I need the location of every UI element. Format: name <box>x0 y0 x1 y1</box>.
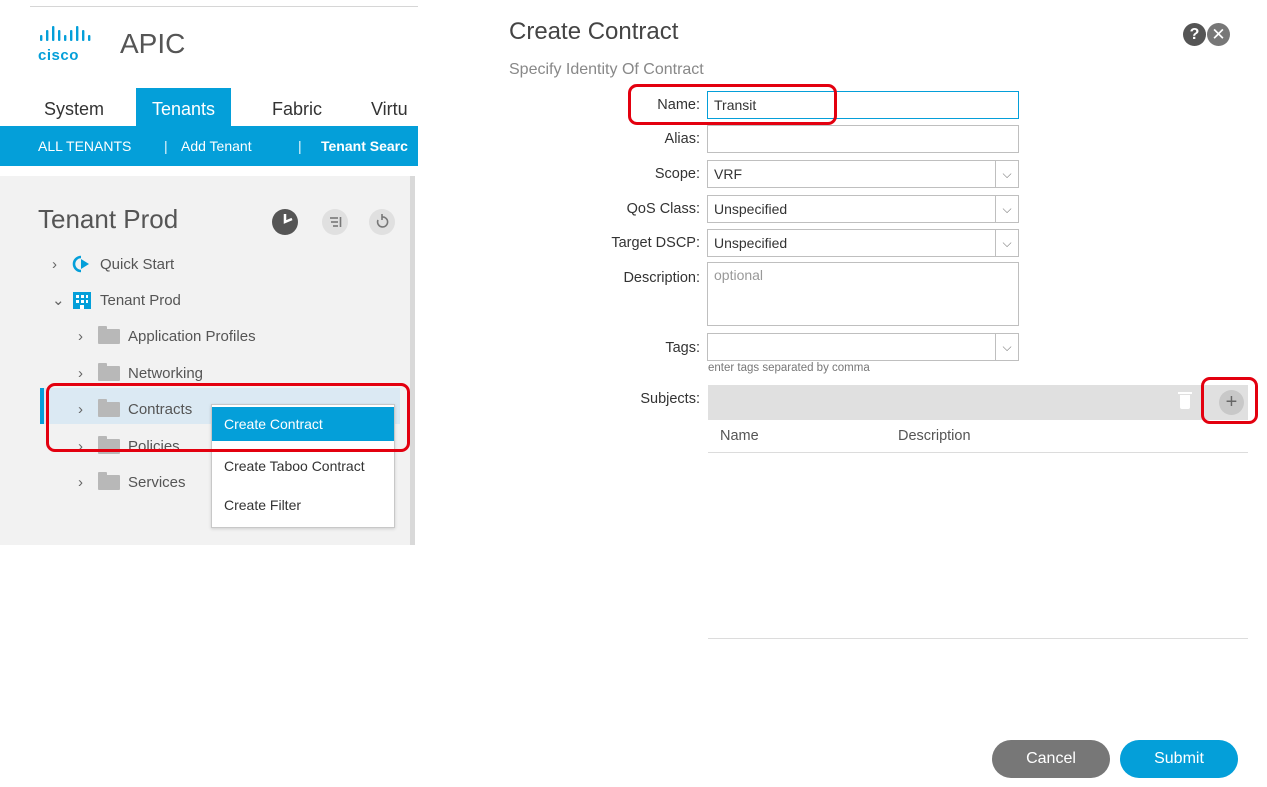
subnav-separator: | <box>298 138 302 154</box>
app-title: APIC <box>120 28 186 59</box>
divider <box>30 6 418 7</box>
tree-title: Tenant Prod <box>38 204 179 234</box>
cisco-logo-text: cisco <box>38 47 79 64</box>
table-header-divider <box>708 452 1248 453</box>
subnav-separator: | <box>164 138 168 154</box>
subjects-toolbar <box>708 385 1248 420</box>
highlight-box-add-subject <box>1201 377 1258 424</box>
chevron-down-icon[interactable]: ⌵ <box>995 161 1018 187</box>
refresh-icon[interactable] <box>369 209 395 235</box>
chevron-down-icon[interactable]: ⌵ <box>995 230 1018 256</box>
apic-navigation-panel: cisco APIC System Tenants Fabric Virtu A… <box>0 0 418 545</box>
tree-item-label: Networking <box>128 364 204 382</box>
tree-item-quick-start[interactable]: › Quick Start <box>52 249 174 279</box>
cisco-logo: cisco <box>38 26 104 66</box>
overview-icon[interactable] <box>272 209 298 235</box>
help-icon[interactable]: ? <box>1183 23 1206 46</box>
chevron-right-icon[interactable]: › <box>78 365 90 382</box>
column-header-name[interactable]: Name <box>720 428 759 444</box>
tags-label: Tags: <box>665 340 700 356</box>
scope-value: VRF <box>714 166 742 182</box>
all-tenants-link[interactable]: ALL TENANTS <box>38 126 131 166</box>
tree-item-label: Tenant Prod <box>100 291 181 309</box>
cancel-button[interactable]: Cancel <box>992 740 1110 778</box>
submit-button[interactable]: Submit <box>1120 740 1238 778</box>
tree-item-tenant-prod[interactable]: ⌄ Tenant Prod <box>52 285 181 315</box>
alias-label: Alias: <box>664 131 700 147</box>
chevron-down-icon[interactable]: ⌵ <box>995 334 1018 360</box>
chevron-right-icon[interactable]: › <box>78 328 90 345</box>
top-tabs: System Tenants Fabric Virtu <box>0 88 418 126</box>
cisco-bars-icon <box>40 26 91 41</box>
tags-select[interactable]: ⌵ <box>707 333 1019 361</box>
chevron-down-icon[interactable]: ⌵ <box>995 196 1018 222</box>
dscp-select[interactable]: Unspecified ⌵ <box>707 229 1019 257</box>
tags-hint: enter tags separated by comma <box>708 362 870 374</box>
tree-item-services[interactable]: › Services <box>78 467 186 497</box>
description-field[interactable]: optional <box>707 262 1019 326</box>
menu-item-create-taboo-contract[interactable]: Create Taboo Contract <box>212 449 394 483</box>
tab-system[interactable]: System <box>44 88 104 126</box>
dscp-label: Target DSCP: <box>611 235 700 251</box>
alias-field[interactable] <box>707 125 1019 153</box>
qos-select[interactable]: Unspecified ⌵ <box>707 195 1019 223</box>
tab-fabric[interactable]: Fabric <box>272 88 322 126</box>
tab-virtual-networking[interactable]: Virtu <box>371 88 408 126</box>
table-bottom-divider <box>708 638 1248 639</box>
qos-value: Unspecified <box>714 201 788 217</box>
tab-tenants[interactable]: Tenants <box>136 88 232 126</box>
highlight-box-contract-menu <box>46 383 410 452</box>
dscp-value: Unspecified <box>714 235 788 251</box>
tenant-subnav: ALL TENANTS | Add Tenant | Tenant Searc <box>0 126 418 166</box>
chevron-right-icon[interactable]: › <box>52 256 64 273</box>
tree-item-application-profiles[interactable]: › Application Profiles <box>78 321 256 351</box>
trash-icon[interactable] <box>1178 392 1192 409</box>
tenant-search-link[interactable]: Tenant Searc <box>321 126 408 166</box>
column-header-description[interactable]: Description <box>898 428 971 444</box>
tree-item-label: Application Profiles <box>128 327 256 345</box>
dialog-subtitle: Specify Identity Of Contract <box>509 61 704 78</box>
folder-icon <box>98 362 120 381</box>
chevron-down-icon[interactable]: ⌄ <box>52 291 65 309</box>
chevron-right-icon[interactable]: › <box>78 474 90 491</box>
tree-item-label: Services <box>128 473 186 491</box>
quick-start-icon <box>72 255 89 273</box>
menu-item-create-filter[interactable]: Create Filter <box>212 488 394 522</box>
tree-item-label: Quick Start <box>100 255 175 273</box>
folder-icon <box>98 471 120 490</box>
qos-label: QoS Class: <box>626 201 700 217</box>
add-tenant-link[interactable]: Add Tenant <box>181 126 252 166</box>
scope-label: Scope: <box>654 166 700 182</box>
tenant-building-icon <box>73 291 91 309</box>
subjects-label: Subjects: <box>640 391 700 407</box>
dialog-title: Create Contract <box>509 18 679 45</box>
scope-select[interactable]: VRF ⌵ <box>707 160 1019 188</box>
selection-indicator <box>40 388 44 424</box>
highlight-box-name <box>628 84 837 125</box>
description-label: Description: <box>623 270 700 286</box>
list-icon[interactable] <box>322 209 348 235</box>
folder-icon <box>98 325 120 344</box>
close-icon[interactable]: ✕ <box>1207 23 1230 46</box>
